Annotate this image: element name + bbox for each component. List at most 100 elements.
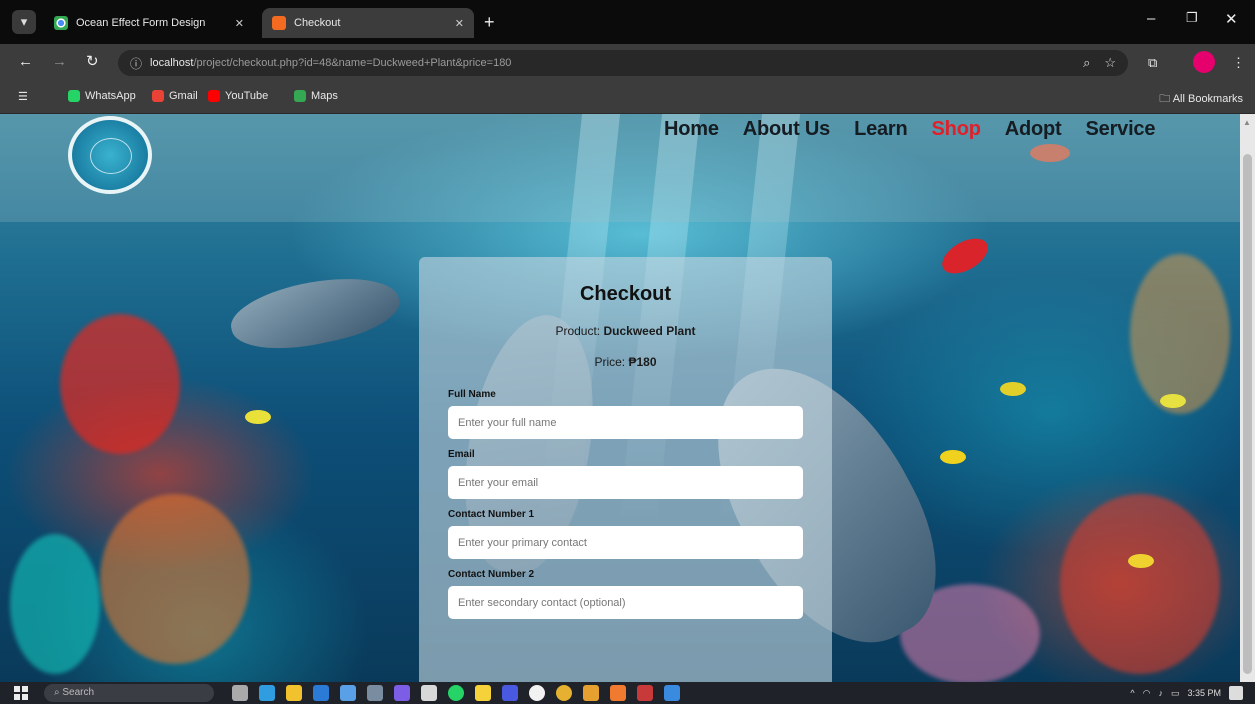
coral-decoration [10, 534, 100, 674]
windows-start-icon[interactable] [14, 686, 28, 700]
contact-number-1-input[interactable] [448, 526, 803, 559]
fish-decoration [1160, 394, 1186, 408]
full-name-input[interactable] [448, 406, 803, 439]
bookmark-maps[interactable]: Maps [294, 90, 338, 102]
coral-decoration [1130, 254, 1230, 414]
product-line: Product: Duckweed Plant [448, 324, 803, 338]
price-value: ₱180 [628, 355, 657, 369]
taskbar-apps [232, 685, 680, 701]
fish-decoration [1128, 554, 1154, 568]
zoom-icon[interactable]: ⌕ [1083, 55, 1090, 71]
app-icon[interactable] [664, 685, 680, 701]
whatsapp-icon[interactable] [448, 685, 464, 701]
minimize-icon[interactable]: – [1147, 10, 1155, 27]
scrollbar-thumb[interactable] [1243, 154, 1252, 674]
site-logo[interactable] [68, 116, 152, 194]
back-icon[interactable]: ← [18, 53, 33, 71]
app-icon[interactable] [475, 685, 491, 701]
all-bookmarks[interactable]: 🗀 All Bookmarks [1159, 90, 1243, 109]
close-window-icon[interactable]: ✕ [1225, 10, 1238, 28]
notification-icon[interactable] [1229, 686, 1243, 700]
checkout-title: Checkout [579, 283, 672, 305]
app-icon[interactable] [637, 685, 653, 701]
browser-toolbar: ← → ↻ ⓘ localhost/project/checkout.php?i… [0, 44, 1255, 80]
tab-checkout[interactable]: Checkout ✕ [262, 8, 474, 38]
site-info-icon[interactable]: ⓘ [130, 55, 142, 72]
email-input[interactable] [448, 466, 803, 499]
gmail-icon [152, 90, 164, 102]
bookmark-label: Maps [311, 90, 338, 102]
price-line: Price: ₱180 [448, 355, 803, 369]
app-icon[interactable] [421, 685, 437, 701]
app-icon[interactable] [394, 685, 410, 701]
volume-icon[interactable]: ♪ [1158, 688, 1163, 698]
app-icon[interactable] [583, 685, 599, 701]
fish-decoration [1000, 382, 1026, 396]
task-view-icon[interactable] [232, 685, 248, 701]
system-tray: ^ ◠ ♪ ▭ 3:35 PM [1130, 686, 1243, 700]
store-icon[interactable] [340, 685, 356, 701]
contact-number-2-label: Contact Number 2 [448, 569, 535, 580]
nav-about-us[interactable]: About Us [743, 118, 830, 141]
bookmark-youtube[interactable]: YouTube [208, 90, 268, 102]
coral-decoration [1060, 494, 1220, 674]
tab-ocean-effect[interactable]: Ocean Effect Form Design ✕ [44, 8, 254, 38]
email-label: Email [448, 449, 475, 460]
bookmark-label: WhatsApp [85, 90, 136, 102]
url-text[interactable]: localhost/project/checkout.php?id=48&nam… [150, 57, 1069, 69]
nav-shop[interactable]: Shop [932, 118, 981, 141]
more-options-icon[interactable]: ⋮ [1232, 55, 1245, 71]
battery-icon[interactable]: ▭ [1171, 688, 1180, 699]
product-name: Duckweed Plant [603, 324, 696, 338]
new-tab-button[interactable]: + [484, 12, 495, 32]
coral-decoration [60, 314, 180, 454]
vscode-icon[interactable] [313, 685, 329, 701]
url-host: localhost [150, 57, 194, 69]
nav-home[interactable]: Home [664, 118, 719, 141]
chevron-up-icon[interactable]: ^ [1130, 688, 1134, 698]
checkout-form: Checkout Product: Duckweed Plant Price: … [419, 257, 832, 682]
page-viewport: Home About Us Learn Shop Adopt Service C… [0, 114, 1255, 682]
bookmark-whatsapp[interactable]: WhatsApp [68, 90, 136, 102]
reload-icon[interactable]: ↻ [86, 53, 99, 71]
taskbar-search[interactable]: ⌕ Search [44, 684, 214, 702]
chrome-icon[interactable] [556, 685, 572, 701]
bookmark-label: YouTube [225, 90, 269, 102]
file-explorer-icon[interactable] [286, 685, 302, 701]
contact-number-2-input[interactable] [448, 586, 803, 619]
wifi-icon[interactable]: ◠ [1143, 688, 1151, 699]
extensions-icon[interactable]: ⧉ [1148, 55, 1157, 71]
all-bookmarks-label: All Bookmarks [1172, 93, 1243, 105]
price-label: Price: [594, 355, 626, 369]
edge-icon[interactable] [259, 685, 275, 701]
dolphin-image [225, 265, 405, 361]
restore-icon[interactable]: ❐ [1186, 10, 1198, 26]
address-bar[interactable]: ⓘ localhost/project/checkout.php?id=48&n… [118, 50, 1128, 76]
nav-adopt[interactable]: Adopt [1005, 118, 1062, 141]
close-tab-icon[interactable]: ✕ [455, 17, 464, 30]
app-icon[interactable] [502, 685, 518, 701]
site-nav: Home About Us Learn Shop Adopt Service [664, 118, 1155, 141]
profile-avatar[interactable] [1193, 51, 1215, 73]
app-icon[interactable] [529, 685, 545, 701]
forward-icon[interactable]: → [52, 53, 67, 71]
bookmark-gmail[interactable]: Gmail [152, 90, 198, 102]
fish-decoration [936, 231, 994, 281]
close-tab-icon[interactable]: ✕ [235, 17, 244, 30]
app-icon[interactable] [367, 685, 383, 701]
taskbar-search-label: Search [62, 687, 95, 698]
bookmark-star-icon[interactable]: ☆ [1104, 55, 1116, 71]
tab-title: Ocean Effect Form Design [76, 17, 206, 29]
coral-decoration [100, 494, 250, 664]
page-scrollbar[interactable]: ▲ [1240, 114, 1255, 682]
bookmark-label: Gmail [169, 90, 198, 102]
chrome-icon [54, 16, 68, 30]
nav-service[interactable]: Service [1086, 118, 1156, 141]
apps-icon[interactable]: ☰ [18, 90, 28, 103]
nav-learn[interactable]: Learn [854, 118, 908, 141]
menu-icon[interactable]: ▾ [12, 10, 36, 34]
app-icon[interactable] [610, 685, 626, 701]
tab-title: Checkout [294, 17, 341, 29]
scroll-up-icon[interactable]: ▲ [1243, 118, 1251, 127]
clock[interactable]: 3:35 PM [1187, 688, 1221, 698]
